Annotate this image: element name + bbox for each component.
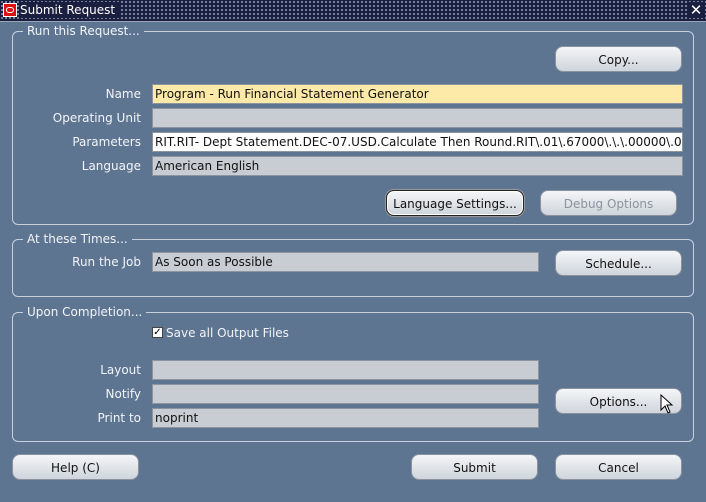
language-settings-button[interactable]: Language Settings... (386, 190, 524, 216)
times-group-title: At these Times... (23, 232, 132, 246)
language-field[interactable]: American English (152, 156, 683, 176)
completion-group-title: Upon Completion... (23, 305, 147, 319)
name-field[interactable]: Program - Run Financial Statement Genera… (152, 84, 683, 104)
mouse-pointer-icon (660, 394, 674, 414)
parameters-field[interactable]: RIT.RIT- Dept Statement.DEC-07.USD.Calcu… (152, 132, 683, 152)
title-bar[interactable]: Submit Request ✕ (0, 0, 706, 22)
layout-field[interactable] (152, 360, 539, 380)
schedule-button[interactable]: Schedule... (555, 250, 682, 276)
language-label: Language (81, 159, 141, 173)
layout-label: Layout (100, 363, 141, 377)
operating-unit-field[interactable] (152, 108, 683, 128)
notify-label: Notify (105, 387, 141, 401)
submit-button[interactable]: Submit (411, 454, 538, 480)
operating-unit-label: Operating Unit (52, 111, 141, 125)
cancel-button[interactable]: Cancel (555, 454, 682, 480)
window-title: Submit Request (20, 2, 120, 18)
parameters-label: Parameters (72, 135, 141, 149)
oracle-logo-icon (3, 3, 17, 17)
run-job-label: Run the Job (72, 255, 141, 269)
close-icon[interactable]: ✕ (688, 2, 704, 18)
save-output-label[interactable]: Save all Output Files (166, 324, 289, 342)
help-button[interactable]: Help (C) (12, 454, 139, 480)
print-to-field[interactable]: noprint (152, 408, 539, 428)
debug-options-button[interactable]: Debug Options (540, 190, 677, 216)
run-request-group-title: Run this Request... (23, 24, 144, 38)
run-job-field[interactable]: As Soon as Possible (152, 252, 539, 272)
save-output-checkbox[interactable]: ✓ (152, 327, 163, 338)
notify-field[interactable] (152, 384, 539, 404)
name-label: Name (105, 87, 141, 101)
copy-button[interactable]: Copy... (555, 46, 682, 72)
print-to-label: Print to (97, 411, 141, 425)
